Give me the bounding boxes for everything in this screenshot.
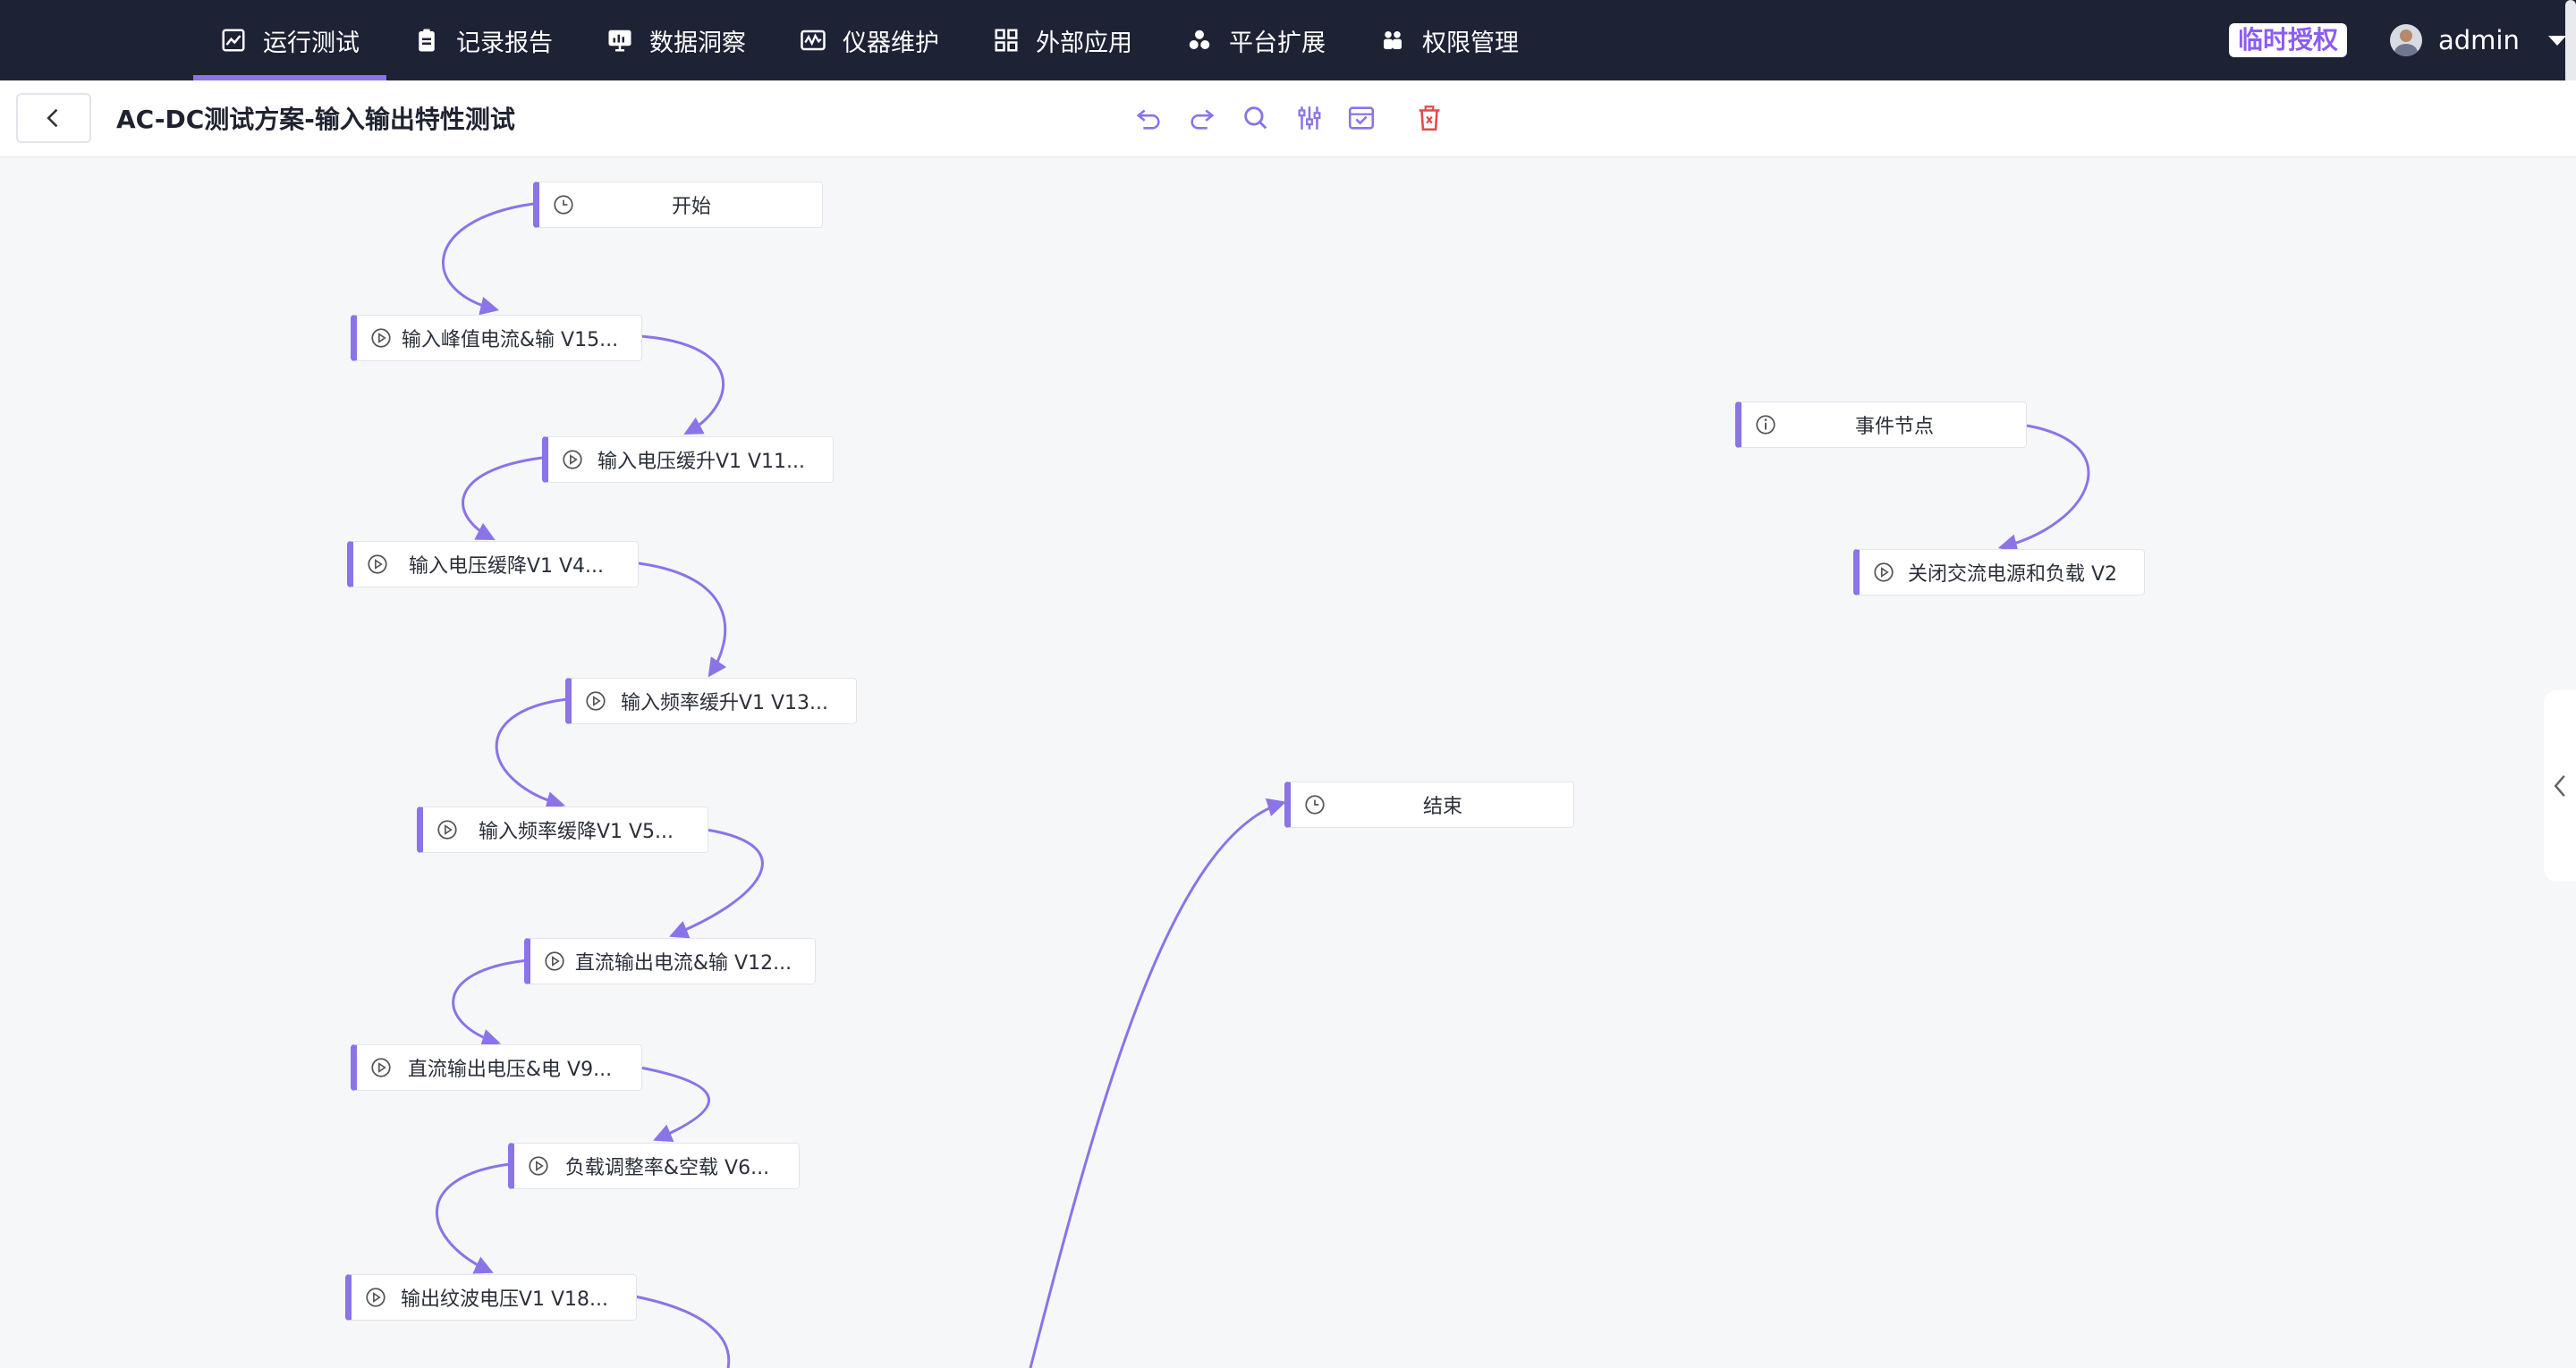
top-navigation: 运行测试 记录报告 数据洞察 仪器维护 外部应用 平台扩展 权限管理 临时授权 … (0, 0, 2576, 107)
node-label: 结束 (1422, 796, 1462, 818)
redo-button[interactable] (1184, 100, 1220, 136)
flow-node-end[interactable]: 结束 (1284, 781, 1574, 828)
caret-down-icon (2547, 35, 2566, 46)
username: admin (2438, 25, 2520, 55)
nav-item-reports[interactable]: 记录报告 (386, 0, 580, 80)
user-menu[interactable]: admin (2390, 0, 2566, 80)
nav-label: 平台扩展 (1229, 29, 1326, 57)
delete-button[interactable] (1411, 100, 1447, 136)
flow-node-step[interactable]: 直流输出电压&电 V9... (351, 1044, 642, 1091)
flow-node-step[interactable]: 负载调整率&空载 V6... (508, 1143, 800, 1189)
node-label: 输入峰值电流&输 V15... (401, 329, 619, 351)
undo-icon (1136, 109, 1160, 130)
node-label: 直流输出电流&输 V12... (574, 952, 792, 975)
play-icon (1874, 562, 1894, 582)
nav-item-instrument-maintenance[interactable]: 仪器维护 (773, 0, 966, 80)
flow-canvas[interactable]: 开始 输入峰值电流&输 V15... 输入电压缓升V1 V11... 输入电压缓… (0, 157, 2576, 1368)
avatar (2390, 24, 2422, 56)
node-label: 关闭交流电源和负载 V2 (1907, 563, 2118, 586)
sliders-icon (1298, 106, 1321, 130)
grid-icon (995, 29, 1018, 52)
flow-node-start[interactable]: 开始 (533, 182, 823, 228)
nav-label: 仪器维护 (843, 29, 939, 57)
play-icon (437, 820, 457, 840)
clock-icon (1305, 795, 1325, 815)
node-label: 输出纹波电压V1 V18... (400, 1288, 609, 1311)
nav-label: 记录报告 (456, 29, 553, 57)
play-icon (371, 328, 391, 348)
edge-node1-to-node2 (640, 334, 724, 435)
edge-node3-to-node4 (638, 562, 727, 678)
license-badge[interactable]: 临时授权 (2229, 23, 2348, 57)
waveform-icon (801, 30, 826, 51)
nav-label: 权限管理 (1422, 29, 1519, 57)
nav-label: 运行测试 (263, 29, 360, 57)
edge-node9-continuation (634, 1295, 731, 1368)
nav-item-external-apps[interactable]: 外部应用 (966, 0, 1159, 80)
side-panel-toggle[interactable] (2544, 690, 2576, 882)
clipboard-icon (419, 29, 435, 52)
play-icon (366, 1288, 386, 1307)
play-icon (563, 450, 582, 469)
flow-node-step[interactable]: 直流输出电流&输 V12... (524, 938, 816, 984)
monitor-chart-icon (608, 30, 631, 52)
flow-node-step[interactable]: 输入频率缓降V1 V5... (417, 806, 708, 853)
back-button[interactable] (16, 93, 91, 143)
search-icon (1244, 106, 1267, 130)
settings-button[interactable] (1292, 100, 1327, 136)
node-label: 事件节点 (1854, 416, 1934, 438)
flow-node-step[interactable]: 输入电压缓升V1 V11... (542, 436, 834, 483)
save-button[interactable] (1343, 100, 1379, 136)
chart-icon (222, 29, 245, 52)
cluster-icon (1189, 30, 1210, 49)
node-label: 负载调整率&空载 V6... (564, 1157, 770, 1179)
node-label: 开始 (671, 196, 711, 218)
editor-header: AC-DC测试方案-输入输出特性测试 (0, 80, 2576, 157)
play-icon (371, 1058, 391, 1077)
info-icon (1756, 415, 1775, 435)
node-label: 输入频率缓降V1 V5... (478, 821, 674, 843)
users-icon (1384, 31, 1402, 49)
undo-button[interactable] (1131, 100, 1166, 136)
node-label: 输入电压缓降V1 V4... (408, 555, 605, 578)
redo-icon (1191, 109, 1215, 130)
edge-node8-to-node9 (435, 1162, 511, 1274)
chevron-left-icon (2554, 774, 2565, 798)
nav-label: 外部应用 (1036, 29, 1132, 57)
flow-node-event[interactable]: 事件节点 (1735, 401, 2027, 448)
nav-item-run-test[interactable]: 运行测试 (193, 0, 386, 80)
save-icon (1348, 106, 1375, 130)
node-label: 输入电压缓升V1 V11... (597, 451, 806, 473)
play-icon (586, 691, 606, 711)
nav-label: 数据洞察 (649, 29, 746, 57)
play-icon (529, 1156, 548, 1176)
play-icon (545, 951, 564, 971)
nav-item-data-insight[interactable]: 数据洞察 (580, 0, 773, 80)
edge-node2-to-node3 (462, 456, 543, 540)
chevron-left-icon (47, 108, 58, 128)
delete-icon (1419, 106, 1440, 131)
flow-node-step[interactable]: 输入电压缓降V1 V4... (347, 541, 639, 587)
edge-start-to-node1 (441, 202, 534, 316)
play-icon (368, 554, 387, 574)
node-label: 直流输出电压&电 V9... (407, 1059, 613, 1081)
edge-to-end (1029, 798, 1287, 1368)
nav-item-platform-extension[interactable]: 平台扩展 (1159, 0, 1352, 80)
search-button[interactable] (1238, 100, 1274, 136)
flow-node-step[interactable]: 输入峰值电流&输 V15... (351, 315, 642, 361)
flow-node-step[interactable]: 关闭交流电源和负载 V2 (1853, 549, 2145, 595)
flow-node-step[interactable]: 输入频率缓升V1 V13... (565, 678, 857, 724)
edge-node4-to-node5 (495, 697, 568, 810)
clock-icon (554, 195, 573, 215)
page-title: AC-DC测试方案-输入输出特性测试 (116, 105, 515, 134)
edge-node7-to-node8 (640, 1066, 710, 1143)
edge-node6-to-node7 (452, 958, 529, 1048)
nav-item-permissions[interactable]: 权限管理 (1352, 0, 1546, 80)
flow-node-step[interactable]: 输出纹波电压V1 V18... (345, 1274, 637, 1321)
node-label: 输入频率缓升V1 V13... (620, 692, 829, 714)
